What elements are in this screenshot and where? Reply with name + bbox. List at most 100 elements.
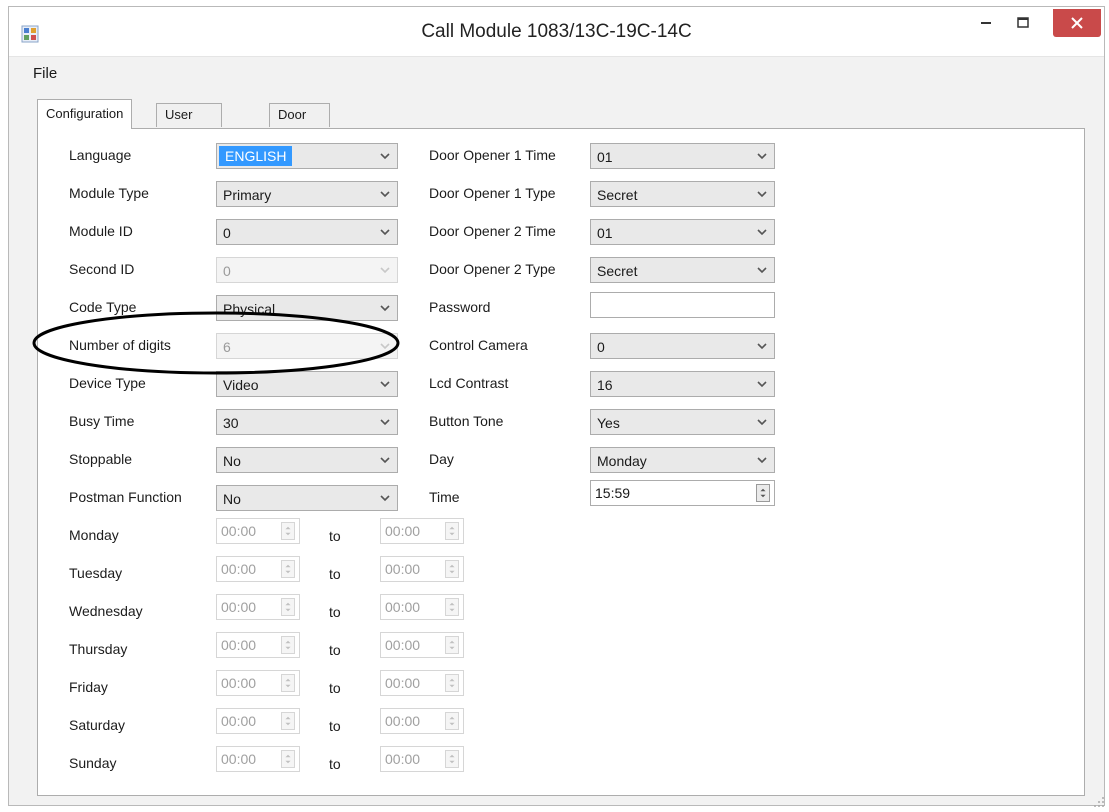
spin-updown-icon [281,712,295,730]
module-type-select[interactable]: Primary [216,181,398,207]
button-tone-select[interactable]: Yes [590,409,775,435]
chevron-down-icon [380,343,390,350]
to-label: to [329,642,341,658]
tab-configuration[interactable]: Configuration [37,99,133,129]
saturday-to-spinner: 00:00 [380,708,464,734]
to-label: to [329,566,341,582]
spin-updown-icon [281,560,295,578]
resize-grip-icon[interactable] [1093,796,1105,808]
label-door-opener-2-time: Door Opener 2 Time [429,223,556,239]
label-door-opener-1-time: Door Opener 1 Time [429,147,556,163]
label-number-of-digits: Number of digits [69,337,171,353]
chevron-down-icon [757,153,767,160]
chevron-down-icon [380,267,390,274]
stoppable-select[interactable]: No [216,447,398,473]
label-postman-function: Postman Function [69,489,182,505]
busy-time-select[interactable]: 30 [216,409,398,435]
close-icon [1071,17,1083,29]
to-label: to [329,756,341,772]
tab-door-opener-codes[interactable]: Door Opener Codes [269,103,331,166]
number-of-digits-select: 6 [216,333,398,359]
spin-updown-icon[interactable] [756,484,770,502]
wednesday-to-spinner: 00:00 [380,594,464,620]
minimize-button[interactable] [973,9,1001,37]
wednesday-from-spinner: 00:00 [216,594,300,620]
lcd-contrast-select[interactable]: 16 [590,371,775,397]
title-bar[interactable]: Call Module 1083/13C-19C-14C [9,7,1104,57]
spin-updown-icon [445,560,459,578]
label-thursday: Thursday [69,641,128,657]
app-window: Call Module 1083/13C-19C-14C File Config… [8,6,1105,806]
monday-to-spinner: 00:00 [380,518,464,544]
close-button[interactable] [1053,9,1101,37]
label-module-id: Module ID [69,223,133,239]
chevron-down-icon [380,495,390,502]
tuesday-to-spinner: 00:00 [380,556,464,582]
label-lcd-contrast: Lcd Contrast [429,375,509,391]
spin-updown-icon [281,750,295,768]
spin-updown-icon [281,674,295,692]
door-opener-1-type-select[interactable]: Secret [590,181,775,207]
time-spinner[interactable]: 15:59 [590,480,775,506]
label-module-type: Module Type [69,185,149,201]
module-id-select[interactable]: 0 [216,219,398,245]
spin-updown-icon [281,598,295,616]
thursday-to-spinner: 00:00 [380,632,464,658]
maximize-button[interactable] [1009,9,1037,37]
label-busy-time: Busy Time [69,413,135,429]
menu-file[interactable]: File [33,65,57,82]
label-second-id: Second ID [69,261,135,277]
chevron-down-icon [757,457,767,464]
chevron-down-icon [380,153,390,160]
label-control-camera: Control Camera [429,337,528,353]
spin-updown-icon [445,750,459,768]
label-door-opener-1-type: Door Opener 1 Type [429,185,556,201]
chevron-down-icon [380,381,390,388]
sunday-to-spinner: 00:00 [380,746,464,772]
chevron-down-icon [757,381,767,388]
label-monday: Monday [69,527,119,543]
postman-function-select[interactable]: No [216,485,398,511]
label-sunday: Sunday [69,755,117,771]
door-opener-2-type-select[interactable]: Secret [590,257,775,283]
password-field[interactable] [590,292,775,318]
to-label: to [329,528,341,544]
chevron-down-icon [380,191,390,198]
door-opener-1-time-select[interactable]: 01 [590,143,775,169]
window-title: Call Module 1083/13C-19C-14C [421,21,692,42]
spin-updown-icon [445,636,459,654]
friday-from-spinner: 00:00 [216,670,300,696]
chevron-down-icon [380,457,390,464]
label-saturday: Saturday [69,717,126,733]
chevron-down-icon [757,229,767,236]
chevron-down-icon [380,419,390,426]
chevron-down-icon [757,343,767,350]
chevron-down-icon [757,419,767,426]
spin-updown-icon [445,674,459,692]
to-label: to [329,718,341,734]
tuesday-from-spinner: 00:00 [216,556,300,582]
second-id-select: 0 [216,257,398,283]
label-day: Day [429,451,454,467]
label-tuesday: Tuesday [69,565,123,581]
control-camera-select[interactable]: 0 [590,333,775,359]
label-button-tone: Button Tone [429,413,504,429]
tab-user-records[interactable]: User Records [156,103,223,144]
to-label: to [329,680,341,696]
device-type-select[interactable]: Video [216,371,398,397]
door-opener-2-time-select[interactable]: 01 [590,219,775,245]
to-label: to [329,604,341,620]
code-type-select[interactable]: Physical [216,295,398,321]
spin-updown-icon [445,522,459,540]
saturday-from-spinner: 00:00 [216,708,300,734]
label-stoppable: Stoppable [69,451,133,467]
chevron-down-icon [380,305,390,312]
chevron-down-icon [757,191,767,198]
day-select[interactable]: Monday [590,447,775,473]
thursday-from-spinner: 00:00 [216,632,300,658]
label-door-opener-2-type: Door Opener 2 Type [429,261,556,277]
language-select[interactable]: ENGLISH [216,143,398,169]
monday-from-spinner: 00:00 [216,518,300,544]
chevron-down-icon [757,267,767,274]
label-code-type: Code Type [69,299,137,315]
